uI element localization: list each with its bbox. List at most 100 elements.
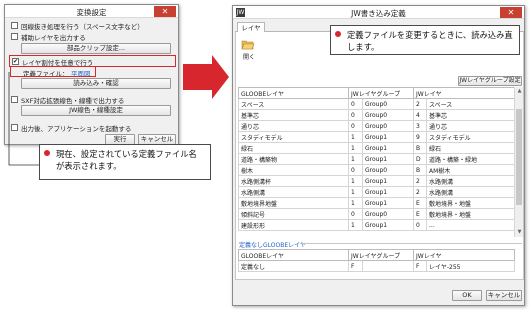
cell-layer-code: 9 [413,131,428,143]
section-divider [302,243,522,244]
column-header-group: JWレイヤグループ [347,249,415,261]
cell-group-name[interactable]: Group1 [361,186,415,198]
cell-layer-name[interactable]: 水路側溝 [426,186,516,198]
cell-gloobe-layer: 緑石 [238,142,349,154]
cell-layer-code: 2 [413,186,428,198]
column-header-group: JWレイヤグループ [347,87,415,99]
cell-layer-code: 4 [413,109,428,121]
cell-layer-name[interactable]: レイヤ-255 [426,260,516,272]
cell-layer-name[interactable]: 水路側溝 [426,175,516,187]
column-header-gloobe: GLOOBEレイヤ [238,249,349,261]
scroll-thumb[interactable] [516,109,522,205]
cell-group-name[interactable]: Group1 [361,175,415,187]
vertical-scrollbar[interactable]: ▲ ▼ [514,87,523,237]
cell-gloobe-layer: スペース [238,98,349,110]
arrow-right-icon [183,55,229,99]
cell-group-number: 1 [348,131,363,143]
callout-definition-file: 現在、設定されている定義ファイル名が表示されます。 [39,144,211,180]
scroll-down-icon[interactable]: ▼ [515,228,524,237]
table-row[interactable]: 水路側溝杯 1 Group1 2 水路側溝 [238,175,516,187]
cell-layer-code: 3 [413,120,428,132]
cell-gloobe-layer: スタディモデル [238,131,349,143]
cell-layer-name[interactable]: 通り芯 [426,120,516,132]
cell-group-number: 0 [348,208,363,220]
cell-group-name[interactable] [361,260,415,272]
cell-layer-name[interactable]: 道路・構築・緑地 [426,153,516,165]
cell-layer-name[interactable]: 敷地境界・地盤 [426,208,516,220]
cell-layer-code: E [413,197,428,209]
cell-group-name[interactable]: Group0 [361,109,415,121]
callout1-leader [8,72,39,166]
cell-gloobe-layer: 水路側溝 [238,186,349,198]
cell-group-number: 1 [348,175,363,187]
cell-layer-name[interactable]: スペース [426,98,516,110]
cell-layer-name[interactable]: スタディモデル [426,131,516,143]
cell-group-number: 0 [348,109,363,121]
table-row[interactable]: 傾斜記号 0 Group0 E 敷地境界・地盤 [238,208,516,220]
cell-gloobe-layer: 道路・構築物 [238,153,349,165]
column-header-gloobe: GLOOBEレイヤ [238,87,349,99]
layer-group-settings-button[interactable]: JWレイヤグループ設定 [458,76,522,86]
cell-group-number: F [348,260,363,272]
cancel-button[interactable]: キャンセル [486,290,522,301]
ok-button[interactable]: OK [452,290,482,301]
cell-layer-name[interactable]: AM樹木 [426,164,516,176]
cell-group-name[interactable]: Group1 [361,142,415,154]
cell-group-name[interactable]: Group0 [361,164,415,176]
cell-group-number: 1 [348,219,363,231]
cell-group-number: 1 [348,142,363,154]
callout-dot-icon [335,31,341,37]
callout-dot-icon [44,150,50,156]
cell-group-number: 1 [348,197,363,209]
folder-open-icon[interactable] [241,38,255,50]
cell-group-name[interactable]: Group0 [361,208,415,220]
layer-table: GLOOBEレイヤ JWレイヤグループ JWレイヤ スペース 0 Group0 2 スペ… [238,87,516,231]
dialog-title: JW書き込み定義 [351,9,406,18]
table-row[interactable]: 水路側溝 1 Group1 2 水路側溝 [238,186,516,198]
cell-group-name[interactable]: Group1 [361,153,415,165]
cell-gloobe-layer: 通り芯 [238,120,349,132]
cell-layer-code: F [413,260,428,272]
table-row[interactable]: 緑石 1 Group1 B 緑石 [238,142,516,154]
cell-group-number: 1 [348,186,363,198]
table-row[interactable]: 敷地境界地盤 1 Group1 E 敷地境界・地盤 [238,197,516,209]
table-header: GLOOBEレイヤ JWレイヤグループ JWレイヤ [238,87,516,99]
table-header: GLOOBEレイヤ JWレイヤグループ JWレイヤ [238,249,516,261]
table-row[interactable]: 道路・構築物 1 Group1 D 道路・構築・緑地 [238,153,516,165]
column-header-jw: JWレイヤ [413,87,516,99]
scroll-up-icon[interactable]: ▲ [515,87,524,96]
cell-group-name[interactable]: Group0 [361,120,415,132]
cell-gloobe-layer: 傾斜記号 [238,208,349,220]
cell-gloobe-layer: 建設形形 [238,219,349,231]
cell-layer-code: E [413,208,428,220]
undefined-section-title: 定義なしGLOOBEレイヤ [239,242,306,249]
cell-group-name[interactable]: Group0 [361,98,415,110]
callout-text: 現在、設定されている定義ファイル名が表示されます。 [56,149,197,171]
table-row[interactable]: 基準芯 0 Group0 4 基準芯 [238,109,516,121]
table-row[interactable]: スタディモデル 1 Group1 9 スタディモデル [238,131,516,143]
cell-gloobe-layer: 基準芯 [238,109,349,121]
table-row[interactable]: 樹木 0 Group0 B AM樹木 [238,164,516,176]
cell-gloobe-layer: 樹木 [238,164,349,176]
cell-group-name[interactable]: Group1 [361,131,415,143]
table-row[interactable]: 建設形形 1 Group1 0... [238,219,516,231]
table-row[interactable]: 通り芯 0 Group0 3 通り芯 [238,120,516,132]
cell-layer-code: 0 [413,219,428,231]
table-row[interactable]: スペース 0 Group0 2 スペース [238,98,516,110]
cell-gloobe-layer: 水路側溝杯 [238,175,349,187]
cell-group-number: 0 [348,120,363,132]
cell-layer-name[interactable]: 基準芯 [426,109,516,121]
layer-panel: 開く JWレイヤグループ設定 GLOOBEレイヤ JWレイヤグループ JWレイヤ… [235,32,524,280]
cell-layer-name[interactable]: 緑石 [426,142,516,154]
cell-layer-code: 2 [413,98,428,110]
cell-group-name[interactable]: Group1 [361,197,415,209]
cell-layer-code: B [413,142,428,154]
cell-group-number: 0 [348,98,363,110]
cell-group-name[interactable]: Group1 [361,219,415,231]
cell-layer-name[interactable]: ... [426,219,516,231]
cell-layer-code: B [413,164,428,176]
cell-gloobe-layer: 定義なし [238,260,349,272]
cell-layer-name[interactable]: 敷地境界・地盤 [426,197,516,209]
table-row[interactable]: 定義なし F F レイヤ-255 [238,260,516,272]
close-button[interactable]: ✕ [500,7,522,18]
